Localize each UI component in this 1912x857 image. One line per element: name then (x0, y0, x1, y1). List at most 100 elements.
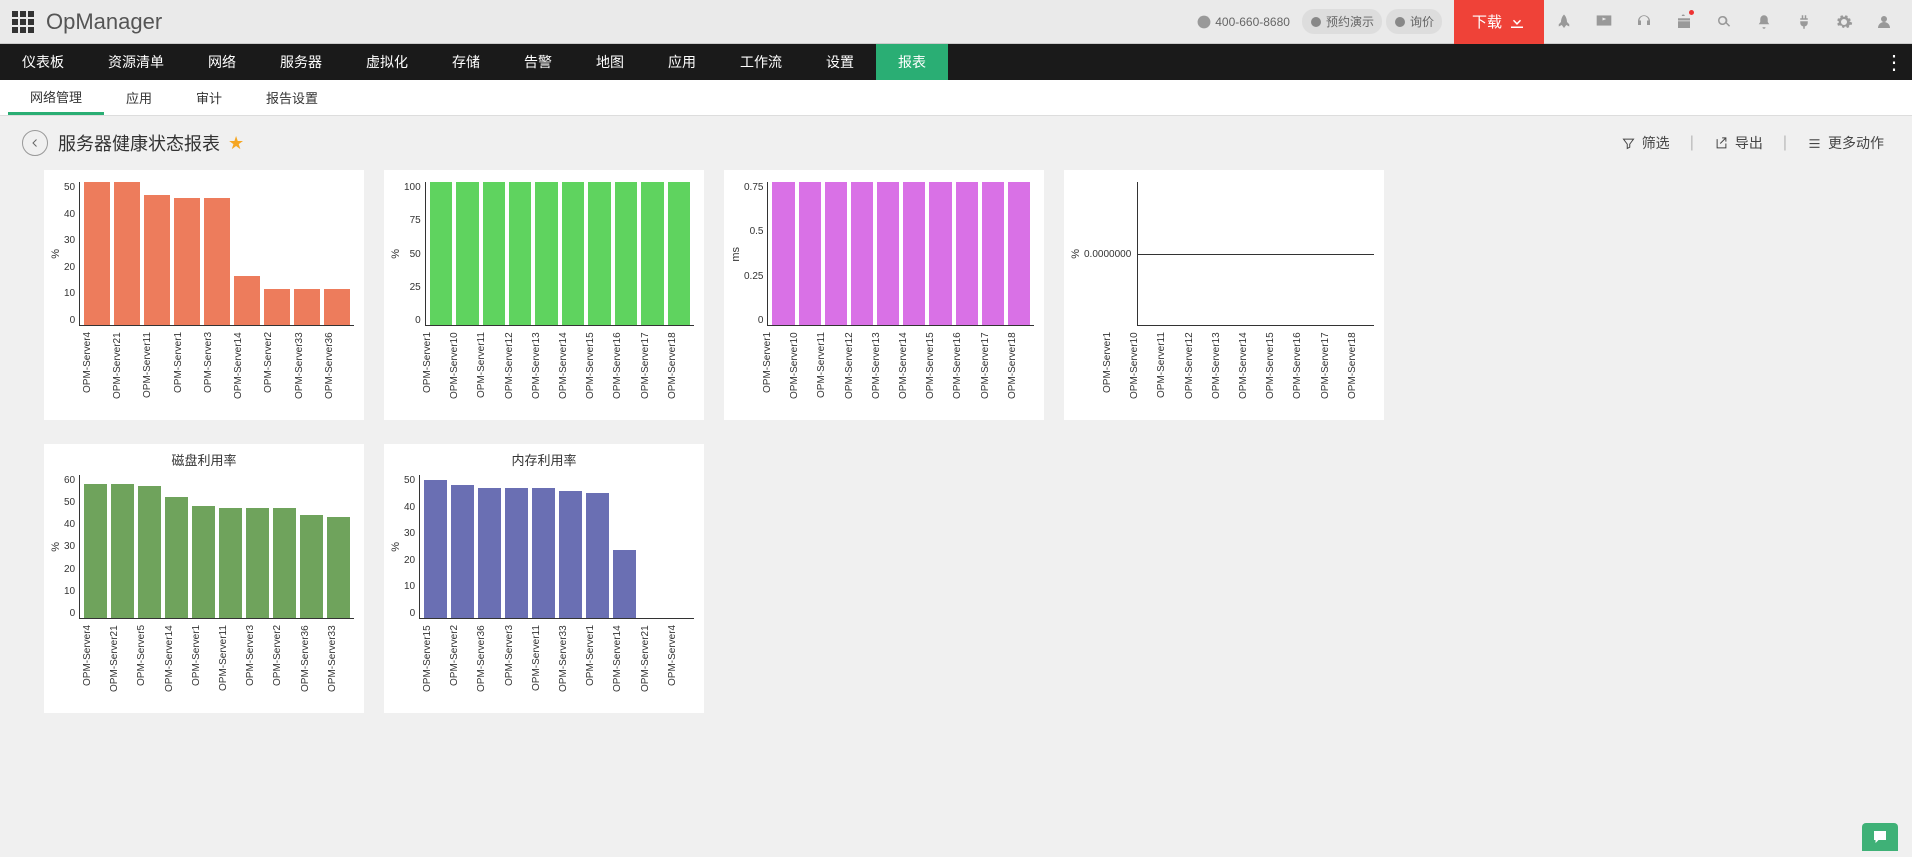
x-tick: OPM-Server11 (476, 332, 503, 412)
demo-button[interactable]: 预约演示 (1302, 9, 1382, 34)
nav-item-10[interactable]: 设置 (804, 44, 876, 80)
bar[interactable] (327, 517, 350, 618)
bar[interactable] (264, 289, 290, 325)
quote-button[interactable]: 询价 (1386, 9, 1442, 34)
bar[interactable] (478, 488, 501, 618)
bar[interactable] (668, 182, 690, 325)
bar[interactable] (613, 550, 636, 618)
sub-nav-item-3[interactable]: 报告设置 (244, 80, 340, 115)
bar[interactable] (641, 182, 663, 325)
user-icon[interactable] (1864, 0, 1904, 44)
x-tick: OPM-Server1 (191, 625, 218, 705)
bar[interactable] (586, 493, 609, 618)
bar[interactable] (929, 182, 951, 325)
bar[interactable] (174, 198, 200, 325)
bar[interactable] (192, 506, 215, 618)
bar[interactable] (562, 182, 584, 325)
chart-title: 磁盘利用率 (44, 444, 364, 471)
bar[interactable] (456, 182, 478, 325)
y-axis: 50403020100 (64, 182, 79, 326)
favorite-star-icon[interactable]: ★ (228, 133, 244, 154)
nav-item-2[interactable]: 网络 (186, 44, 258, 80)
apps-grid-icon[interactable] (12, 11, 34, 33)
download-button[interactable]: 下载 (1454, 0, 1544, 44)
sub-nav-item-0[interactable]: 网络管理 (8, 80, 104, 115)
bar[interactable] (324, 289, 350, 325)
bell-icon[interactable] (1744, 0, 1784, 44)
bar[interactable] (430, 182, 452, 325)
nav-item-5[interactable]: 存储 (430, 44, 502, 80)
x-tick: OPM-Server12 (1184, 332, 1211, 412)
bar[interactable] (535, 182, 557, 325)
bar[interactable] (84, 182, 110, 325)
x-tick: OPM-Server3 (203, 332, 233, 412)
export-button[interactable]: 导出 (1708, 133, 1769, 153)
bar[interactable] (825, 182, 847, 325)
back-button[interactable] (22, 130, 48, 156)
nav-item-1[interactable]: 资源清单 (86, 44, 186, 80)
bar[interactable] (588, 182, 610, 325)
bar[interactable] (424, 480, 447, 618)
nav-item-3[interactable]: 服务器 (258, 44, 344, 80)
gift-icon[interactable] (1664, 0, 1704, 44)
bar[interactable] (772, 182, 794, 325)
bar[interactable] (111, 484, 134, 618)
bar[interactable] (300, 515, 323, 618)
bar[interactable] (877, 182, 899, 325)
brand-logo: OpManager (46, 9, 162, 35)
bar[interactable] (204, 198, 230, 325)
filter-button[interactable]: 筛选 (1615, 133, 1676, 153)
bar[interactable] (165, 497, 188, 618)
bar[interactable] (219, 508, 242, 618)
x-tick: OPM-Server36 (300, 625, 327, 705)
gear-icon[interactable] (1824, 0, 1864, 44)
separator: | (1690, 134, 1694, 152)
x-tick: OPM-Server10 (449, 332, 476, 412)
bar[interactable] (144, 195, 170, 325)
nav-item-11[interactable]: 报表 (876, 44, 948, 80)
sub-nav-item-2[interactable]: 审计 (174, 80, 244, 115)
more-actions-button[interactable]: 更多动作 (1801, 133, 1890, 153)
bar[interactable] (903, 182, 925, 325)
nav-item-4[interactable]: 虚拟化 (344, 44, 430, 80)
x-tick: OPM-Server17 (980, 332, 1007, 412)
nav-item-7[interactable]: 地图 (574, 44, 646, 80)
bar[interactable] (559, 491, 582, 618)
bar[interactable] (451, 485, 474, 618)
bar[interactable] (956, 182, 978, 325)
search-icon[interactable] (1704, 0, 1744, 44)
bar[interactable] (1008, 182, 1030, 325)
nav-item-9[interactable]: 工作流 (718, 44, 804, 80)
bar[interactable] (505, 488, 528, 618)
bar[interactable] (799, 182, 821, 325)
x-tick: OPM-Server36 (324, 332, 354, 412)
bar[interactable] (294, 289, 320, 325)
bar[interactable] (982, 182, 1004, 325)
x-tick: OPM-Server18 (1007, 332, 1034, 412)
plug-icon[interactable] (1784, 0, 1824, 44)
headset-icon[interactable] (1624, 0, 1664, 44)
bar[interactable] (532, 488, 555, 618)
x-tick: OPM-Server14 (558, 332, 585, 412)
bar[interactable] (138, 486, 161, 618)
bar[interactable] (483, 182, 505, 325)
nav-item-8[interactable]: 应用 (646, 44, 718, 80)
page-header: 服务器健康状态报表 ★ 筛选 | 导出 | 更多动作 (0, 116, 1912, 170)
bar[interactable] (114, 182, 140, 325)
nav-more-icon[interactable]: ⋮ (1876, 44, 1912, 80)
bar[interactable] (84, 484, 107, 618)
bar[interactable] (509, 182, 531, 325)
chat-fab[interactable] (1862, 823, 1898, 851)
presentation-icon[interactable] (1584, 0, 1624, 44)
bar[interactable] (273, 508, 296, 618)
rocket-icon[interactable] (1544, 0, 1584, 44)
bar[interactable] (234, 276, 260, 325)
sub-nav-item-1[interactable]: 应用 (104, 80, 174, 115)
nav-item-6[interactable]: 告警 (502, 44, 574, 80)
bar[interactable] (246, 508, 269, 618)
x-tick: OPM-Server14 (233, 332, 263, 412)
nav-item-0[interactable]: 仪表板 (0, 44, 86, 80)
bar[interactable] (851, 182, 873, 325)
x-axis: OPM-Server4OPM-Server21OPM-Server5OPM-Se… (44, 621, 364, 713)
bar[interactable] (615, 182, 637, 325)
